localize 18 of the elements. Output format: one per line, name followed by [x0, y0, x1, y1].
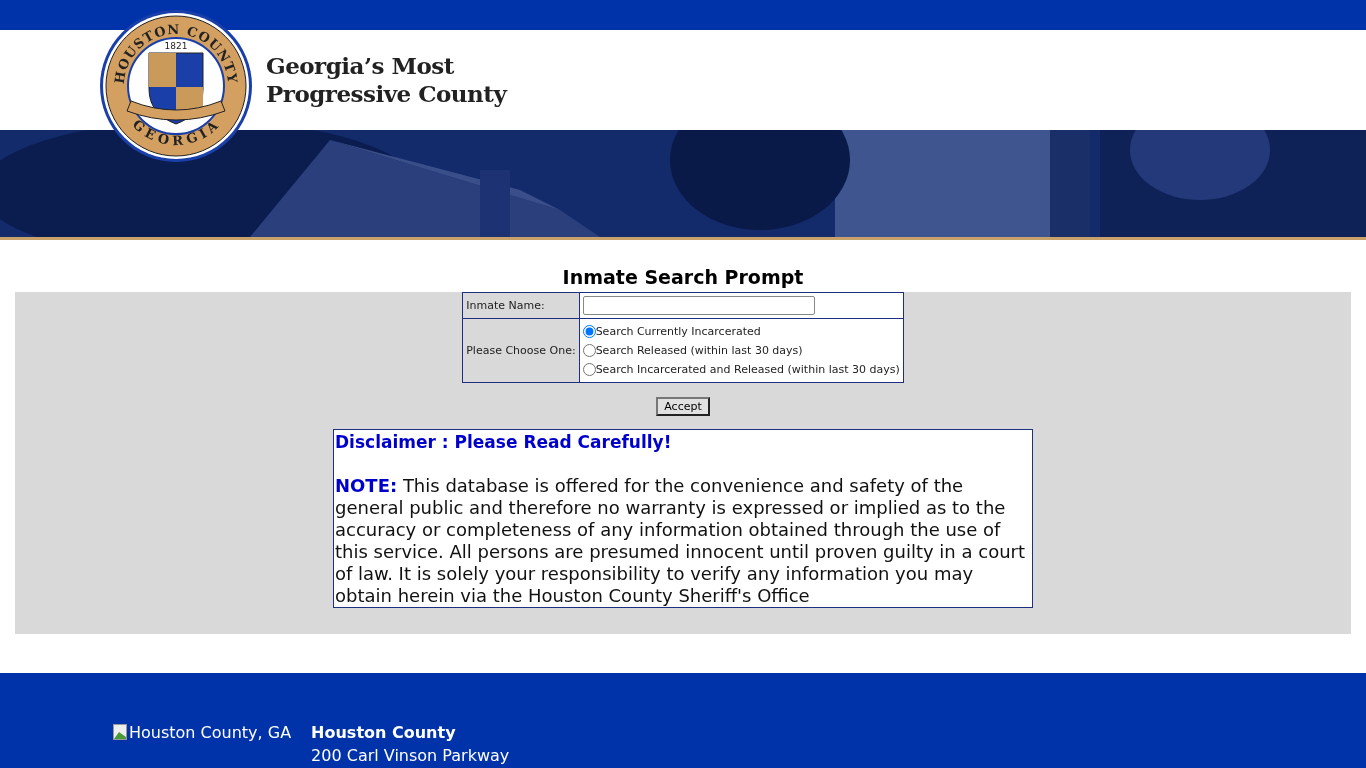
footer-address: 200 Carl Vinson Parkway: [311, 745, 510, 767]
broken-image-icon: [113, 724, 127, 740]
field-label: Inmate Name:: [462, 292, 580, 319]
radio-button[interactable]: [582, 344, 596, 357]
radio-button[interactable]: [582, 363, 596, 376]
accept-button[interactable]: Accept: [656, 397, 710, 416]
page-title: Inmate Search Prompt: [561, 266, 805, 288]
footer-logo-alt-text: Houston County, GA: [129, 722, 292, 742]
footer-county-name: Houston County: [311, 722, 457, 744]
radio-label: Search Currently Incarcerated: [595, 325, 761, 338]
disclaimer-title: Disclaimer : Please Read Carefully!: [335, 431, 673, 453]
tagline: Georgia’s Most Progressive County: [266, 52, 507, 108]
field-label: Please Choose One:: [462, 318, 580, 383]
radio-button[interactable]: [582, 325, 596, 338]
radio-label: Search Released (within last 30 days): [595, 344, 803, 357]
disclaimer-text: NOTE: This database is offered for the convenience and safety of the general public and therefore no warranty is expressed or implied as to the accuracy or completeness of any information obtained through the use of this service. All persons are presumed innocent until proven guilty in a court of law. It is solely your responsibility to verify any information you may obtain herein via the Houston County Sheriff's Office: [335, 475, 1026, 607]
inmate-name-field[interactable]: [582, 296, 815, 315]
radio-label: Search Incarcerated and Released (within last 30 days): [595, 363, 900, 376]
